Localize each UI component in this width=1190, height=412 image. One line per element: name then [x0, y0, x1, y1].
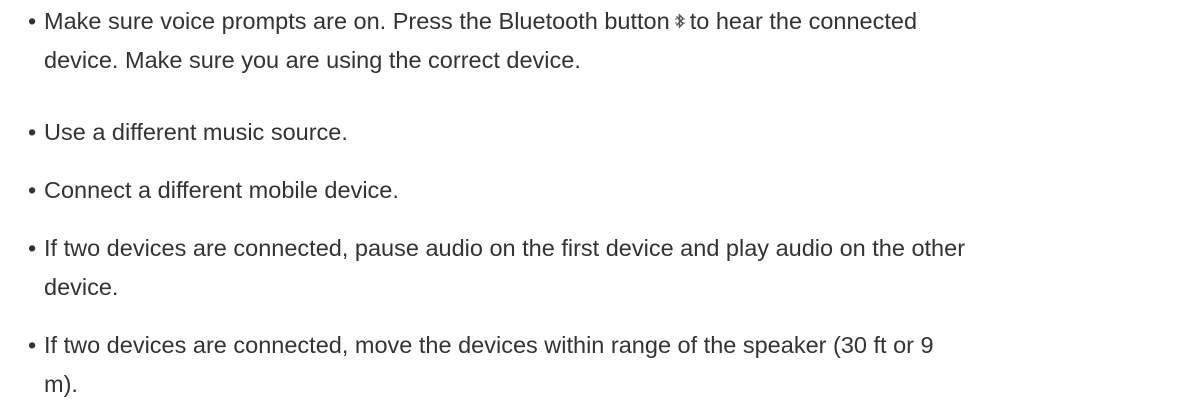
list-item-line: Use a different music source. — [44, 119, 348, 145]
list-item: Use a different music source. — [28, 113, 348, 152]
list-item: If two devices are connected, move the d… — [28, 326, 934, 404]
list-item: Connect a different mobile device. — [28, 171, 399, 210]
list-item-line: Connect a different mobile device. — [44, 177, 399, 203]
list-item-text: Make sure voice prompts are on. Press th… — [44, 8, 670, 34]
list-item-line: Make sure voice prompts are on. Press th… — [44, 2, 917, 41]
list-item-line: If two devices are connected, pause audi… — [44, 235, 966, 261]
list-item-text: to hear the connected — [689, 8, 918, 34]
list-item-line: device. — [44, 274, 119, 300]
troubleshooting-content: Make sure voice prompts are on. Press th… — [0, 0, 1190, 412]
list-item-line: device. Make sure you are using the corr… — [44, 47, 581, 73]
list-item: Make sure voice prompts are on. Press th… — [28, 2, 917, 80]
list-item-line: If two devices are connected, move the d… — [44, 332, 934, 358]
list-item: If two devices are connected, pause audi… — [28, 229, 965, 307]
bluetooth-icon — [674, 11, 686, 31]
list-item-line: m). — [44, 371, 78, 397]
